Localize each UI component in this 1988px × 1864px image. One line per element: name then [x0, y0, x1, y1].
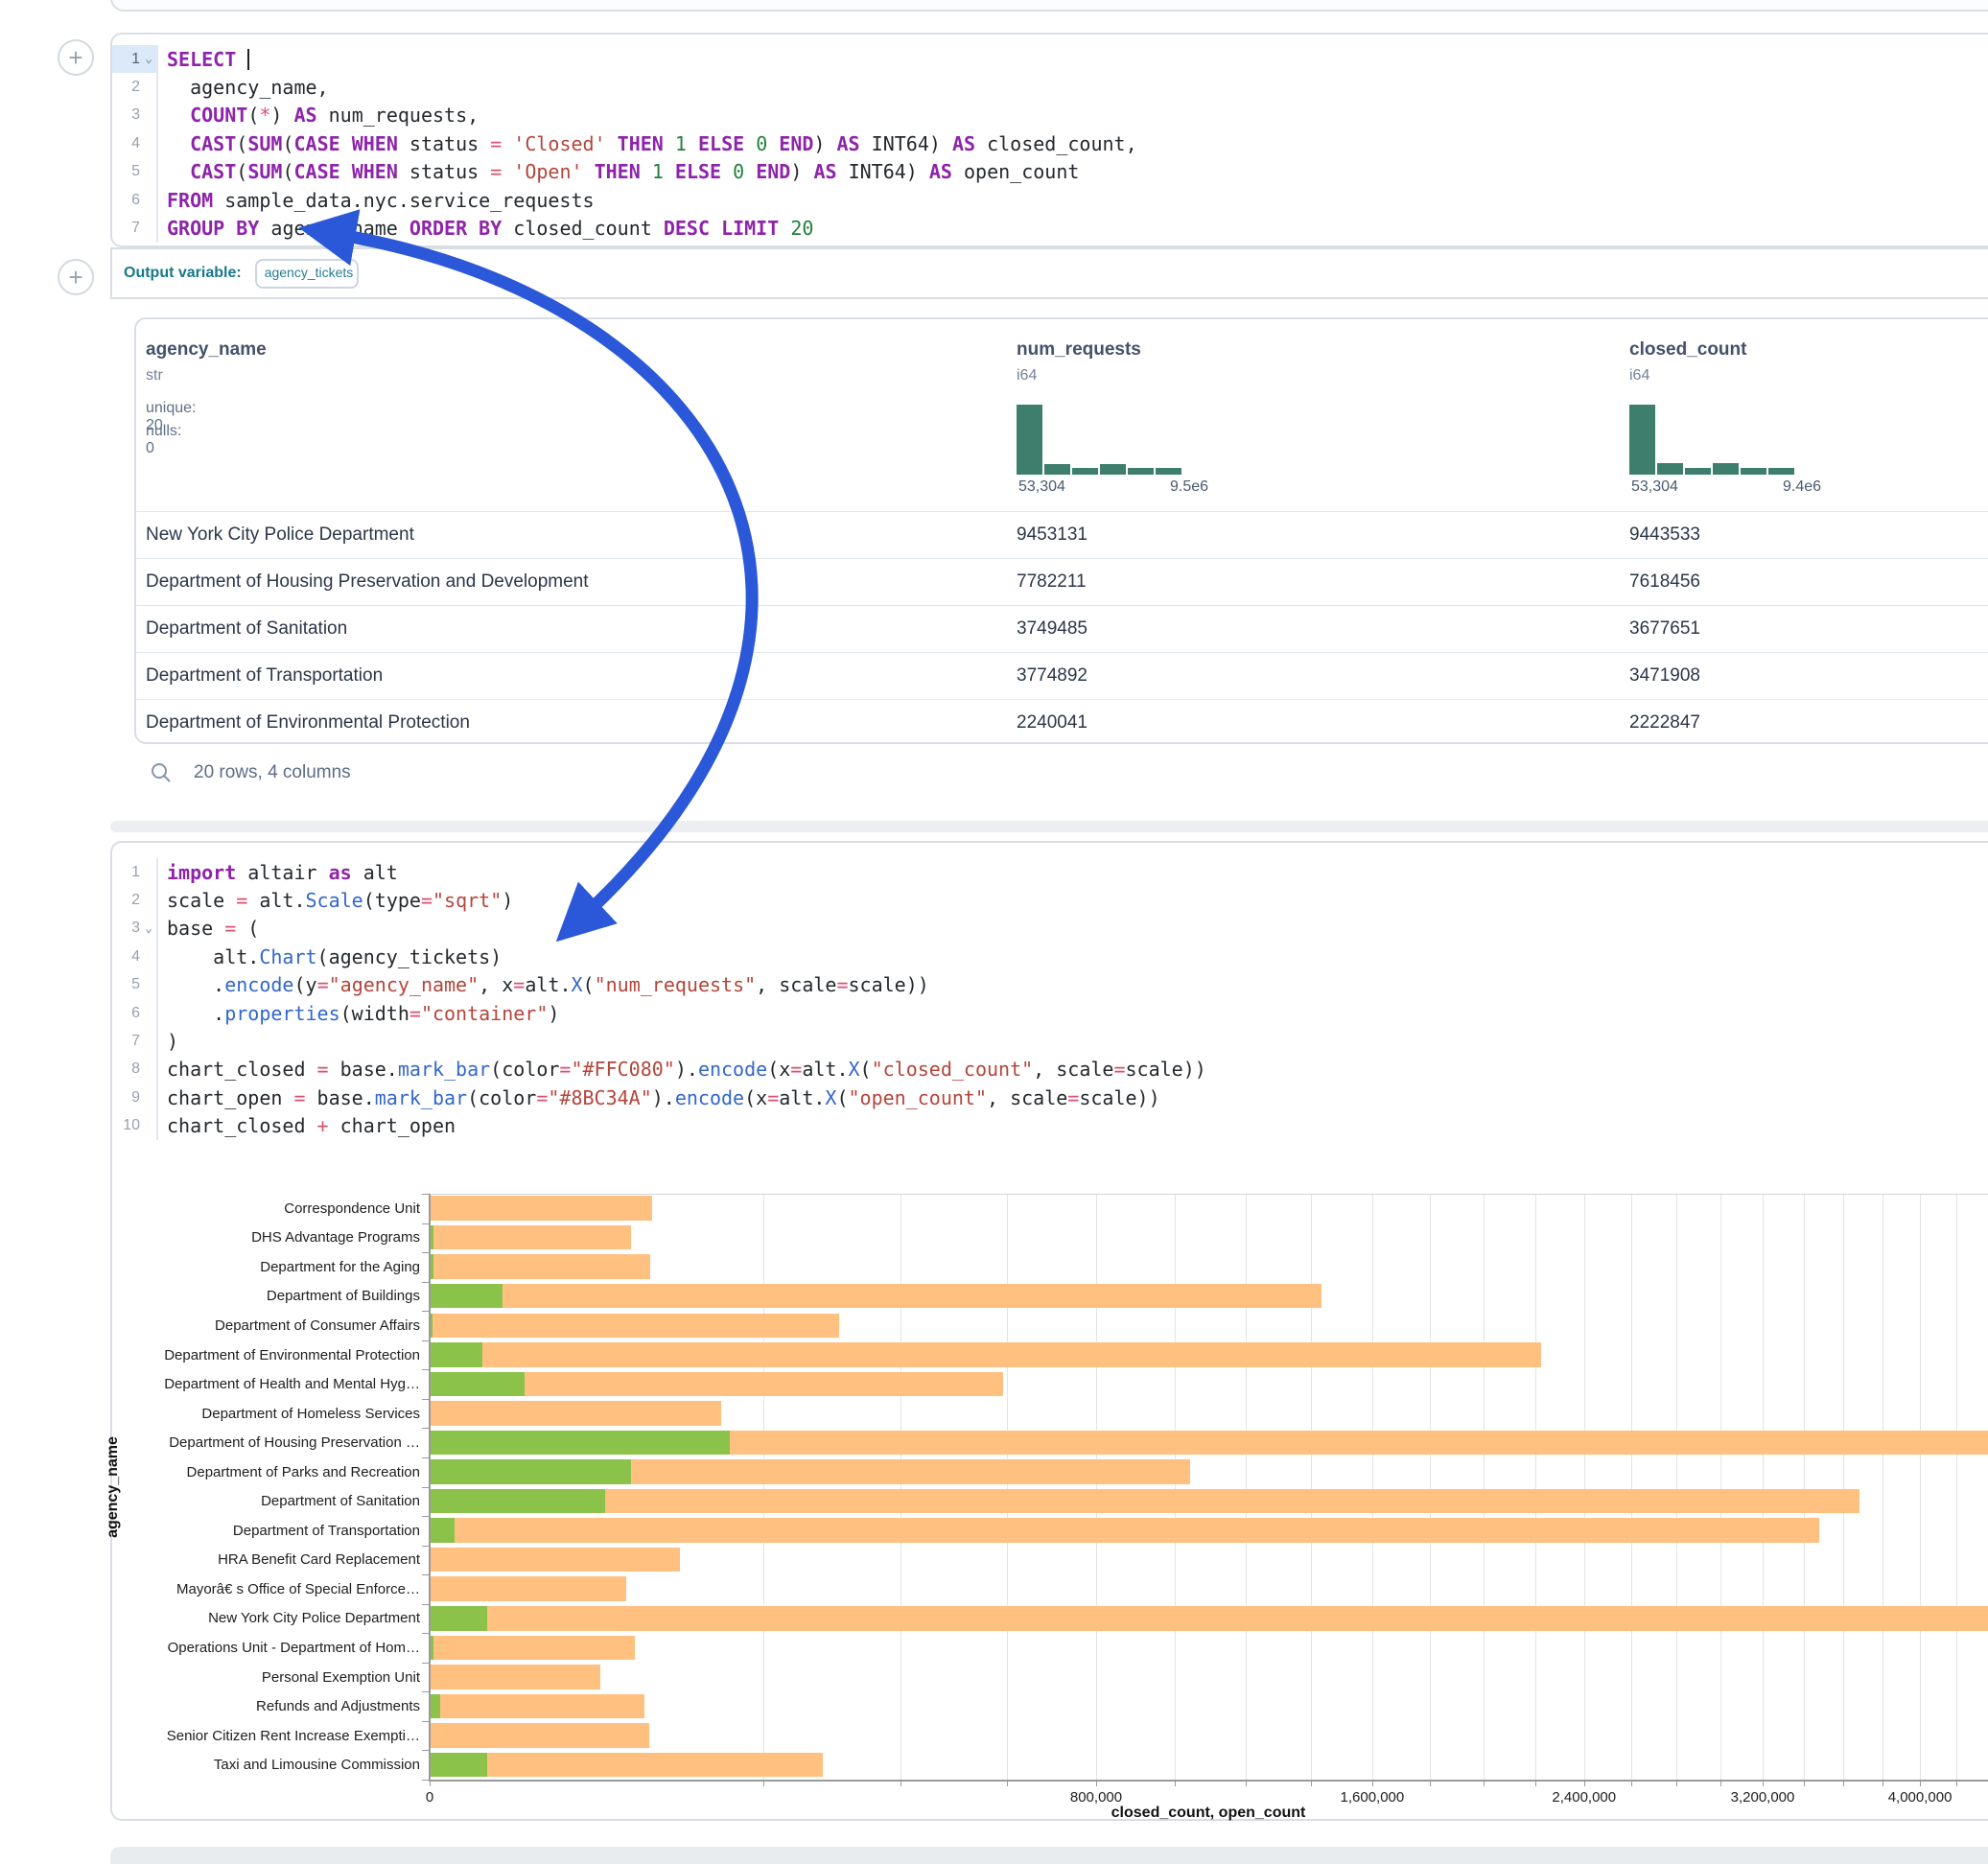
table-row[interactable]: Department of Sanitation 3749485 3677651 [136, 605, 1988, 653]
histogram-bar [1072, 468, 1098, 475]
table-footer: 20 rows, 4 columns [134, 756, 351, 790]
column-name: agency_name [146, 339, 267, 361]
output-variable-pill[interactable]: agency_tickets [255, 259, 359, 289]
table-cell: Department of Transportation [146, 665, 383, 687]
table-cell: 9453131 [1017, 524, 1088, 546]
histogram-bar [1017, 405, 1042, 475]
table-cell: 9443533 [1629, 524, 1700, 546]
table-row[interactable]: Department of Housing Preservation and D… [136, 558, 1988, 606]
line-number-gutter: 1⌄ [112, 45, 158, 73]
next-cell-edge [110, 1847, 1988, 1864]
python-code-editor[interactable]: 1import altair as alt2scale = alt.Scale(… [112, 858, 1988, 1140]
line-number-gutter: 1 [112, 858, 158, 886]
line-number-gutter: 10 [112, 1112, 158, 1140]
column-name: num_requests [1017, 339, 1141, 361]
histogram-max-label: 9.4e6 [1759, 478, 1845, 496]
column-name: closed_count [1629, 339, 1746, 361]
code-line[interactable]: 9chart_open = base.mark_bar(color="#8BC3… [112, 1083, 1988, 1111]
line-number-gutter: 7 [112, 214, 158, 242]
add-cell-button-top[interactable]: + [58, 39, 94, 76]
histogram-bar [1128, 468, 1154, 475]
column-histogram [1629, 405, 1794, 475]
column-histogram [1017, 405, 1181, 475]
histogram-bar [1100, 464, 1126, 475]
code-line[interactable]: 4 alt.Chart(agency_tickets) [112, 943, 1988, 970]
code-line[interactable]: 7GROUP BY agency_name ORDER BY closed_co… [112, 214, 1988, 242]
code-line[interactable]: 8chart_closed = base.mark_bar(color="#FF… [112, 1056, 1988, 1083]
table-cell: 3749485 [1017, 618, 1088, 640]
line-number-gutter: 4 [112, 943, 158, 970]
search-icon[interactable] [150, 761, 173, 784]
line-number-gutter: 5 [112, 971, 158, 999]
line-number-gutter: 4 [112, 129, 158, 157]
column-type: i64 [1017, 367, 1037, 384]
table-cell: 7618456 [1629, 571, 1700, 593]
column-type: str [146, 367, 163, 384]
histogram-bar [1156, 468, 1181, 475]
table-row[interactable]: Department of Environmental Protection 22… [136, 699, 1988, 744]
histogram-bar [1768, 468, 1794, 475]
table-cell: Department of Environmental Protection [146, 712, 470, 734]
histogram-bar [1685, 468, 1711, 475]
result-table: agency_namestrunique: 20nulls: 0num_requ… [134, 317, 1988, 744]
histogram-bar [1741, 468, 1766, 475]
cell-divider [110, 821, 1988, 832]
table-summary: 20 rows, 4 columns [194, 762, 351, 783]
line-number-gutter: 8 [112, 1056, 158, 1083]
table-cell: 3774892 [1017, 665, 1088, 687]
histogram-bar [1657, 463, 1683, 475]
code-line[interactable]: 6FROM sample_data.nyc.service_requests [112, 186, 1988, 214]
table-cell: 2222847 [1629, 712, 1700, 734]
code-line[interactable]: 2 agency_name, [112, 73, 1988, 101]
code-line[interactable]: 1import altair as alt [112, 858, 1988, 886]
line-number-gutter: 7 [112, 1027, 158, 1055]
line-number-gutter: 6 [112, 186, 158, 214]
code-line[interactable]: 7) [112, 1027, 1988, 1055]
code-line[interactable]: 10chart_closed + chart_open [112, 1112, 1988, 1140]
line-number-gutter: 6 [112, 999, 158, 1027]
previous-cell-edge [110, 0, 1988, 12]
line-number-gutter: 2 [112, 886, 158, 914]
code-line[interactable]: 3⌄base = ( [112, 915, 1988, 943]
code-line[interactable]: 5 .encode(y="agency_name", x=alt.X("num_… [112, 971, 1988, 999]
fold-chevron-icon[interactable]: ⌄ [141, 52, 156, 66]
table-row[interactable]: Department of Transportation 3774892 34719… [136, 652, 1988, 700]
python-cell[interactable]: 1import altair as alt2scale = alt.Scale(… [110, 841, 1988, 1821]
histogram-bar [1713, 463, 1739, 475]
code-line[interactable]: 6 .properties(width="container") [112, 999, 1988, 1027]
histogram-min-label: 53,304 [1631, 478, 1678, 496]
output-variable-label: Output variable: [124, 265, 242, 282]
line-number-gutter: 2 [112, 73, 158, 101]
table-cell: Department of Housing Preservation and D… [146, 571, 589, 593]
table-cell: Department of Sanitation [146, 618, 347, 640]
column-stat: nulls: 0 [146, 423, 181, 457]
table-cell: 3677651 [1629, 618, 1700, 640]
code-line[interactable]: 4 CAST(SUM(CASE WHEN status = 'Closed' T… [112, 129, 1988, 157]
column-type: i64 [1629, 367, 1649, 384]
add-cell-button-output[interactable]: + [58, 259, 94, 295]
notebook-page: + + 1⌄SELECT 2 agency_name,3 COUNT(*) AS… [0, 0, 1988, 1864]
table-cell: 7782211 [1017, 571, 1087, 593]
code-line[interactable]: 1⌄SELECT [112, 45, 1988, 73]
table-cell: 3471908 [1629, 665, 1700, 687]
table-cell: New York City Police Department [146, 524, 414, 546]
code-line[interactable]: 2scale = alt.Scale(type="sqrt") [112, 886, 1988, 914]
histogram-max-label: 9.5e6 [1146, 478, 1232, 496]
histogram-bar [1629, 405, 1655, 475]
line-number-gutter: 3⌄ [112, 915, 158, 943]
table-row[interactable]: New York City Police Department 9453131 94… [136, 511, 1988, 559]
code-line[interactable]: 3 COUNT(*) AS num_requests, [112, 102, 1988, 129]
table-cell: 2240041 [1017, 712, 1088, 734]
sql-code-editor[interactable]: 1⌄SELECT 2 agency_name,3 COUNT(*) AS num… [112, 45, 1988, 243]
fold-chevron-icon[interactable]: ⌄ [141, 921, 156, 936]
histogram-bar [1044, 464, 1070, 475]
output-variable-bar: Output variable: agency_tickets [110, 247, 1988, 299]
line-number-gutter: 9 [112, 1083, 158, 1111]
line-number-gutter: 5 [112, 158, 158, 186]
histogram-min-label: 53,304 [1018, 478, 1065, 496]
text-cursor [247, 49, 249, 70]
line-number-gutter: 3 [112, 102, 158, 129]
sql-cell[interactable]: 1⌄SELECT 2 agency_name,3 COUNT(*) AS num… [110, 33, 1988, 247]
code-line[interactable]: 5 CAST(SUM(CASE WHEN status = 'Open' THE… [112, 158, 1988, 186]
